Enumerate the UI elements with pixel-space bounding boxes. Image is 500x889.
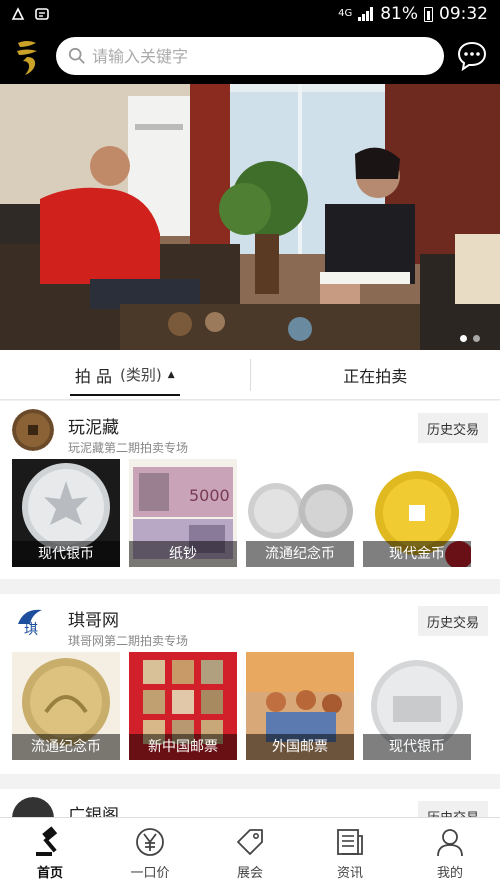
banner-image: [0, 84, 500, 350]
search-input[interactable]: [92, 46, 412, 66]
tab-live-auction[interactable]: 正在拍卖: [251, 350, 500, 399]
gavel-icon: [36, 826, 58, 856]
caret-up-icon: ▲: [167, 369, 175, 380]
signal-icon: [358, 7, 374, 21]
shop-avatar[interactable]: [12, 797, 54, 817]
lot-category-card[interactable]: 5000 纸钞: [129, 459, 237, 567]
search-bar[interactable]: [56, 37, 444, 75]
lot-category-card[interactable]: 现代银币: [12, 459, 120, 567]
tab-lots-label: 拍 品: [74, 366, 112, 386]
lot-category-label: 外国邮票: [246, 734, 354, 760]
nav-fixed-price[interactable]: 一口价: [100, 818, 200, 889]
battery-percent: 81%: [380, 4, 418, 24]
carousel-dot[interactable]: [460, 335, 467, 342]
nav-news-label: 资讯: [336, 866, 363, 881]
auction-session-title: 琪哥网第二期拍卖专场: [68, 634, 189, 648]
active-tab-underline: [70, 394, 180, 396]
nav-profile[interactable]: 我的: [400, 818, 500, 889]
carousel-indicator: [460, 335, 480, 342]
news-icon: [337, 829, 363, 855]
tab-live-auction-label: 正在拍卖: [343, 366, 408, 386]
category-tabs: 拍 品 (类别) ▲ 正在拍卖: [0, 350, 500, 400]
svg-text:5000: 5000: [189, 486, 230, 505]
shop-name[interactable]: 琪哥网: [68, 606, 119, 631]
nav-fixed-price-label: 一口价: [130, 866, 170, 881]
lot-category-card[interactable]: 流通纪念币: [246, 459, 354, 567]
lot-category-label: 新中国邮票: [129, 734, 237, 760]
app-header: [0, 30, 500, 84]
app-logo[interactable]: [14, 39, 40, 77]
nav-home[interactable]: 首页: [0, 818, 100, 889]
history-trades-button[interactable]: 历史交易: [418, 801, 488, 817]
chat-icon[interactable]: [456, 40, 488, 72]
lot-category-label: 现代银币: [12, 541, 120, 567]
tag-icon: [237, 829, 263, 855]
status-bar: 4G 81% 09:32: [0, 0, 500, 30]
nav-home-label: 首页: [36, 866, 63, 881]
bottom-nav: 首页 一口价 展会 资讯 我的: [0, 817, 500, 889]
tab-lots[interactable]: 拍 品 (类别) ▲: [0, 350, 250, 399]
message-icon: [35, 8, 49, 20]
user-icon: [437, 829, 463, 857]
lot-category-card[interactable]: 外国邮票: [246, 652, 354, 760]
nav-news[interactable]: 资讯: [300, 818, 400, 889]
lot-category-label: 流通纪念币: [12, 734, 120, 760]
nav-exhibition[interactable]: 展会: [200, 818, 300, 889]
auction-section[interactable]: 琪 琪哥网 琪哥网第二期拍卖专场 历史交易 流通纪念币 新中国邮票 外国邮票 现…: [0, 594, 500, 774]
history-trades-button[interactable]: 历史交易: [418, 413, 488, 443]
history-trades-button[interactable]: 历史交易: [418, 606, 488, 636]
banner-carousel[interactable]: [0, 84, 500, 350]
tab-lots-sub: (类别): [119, 366, 162, 384]
shop-avatar[interactable]: [12, 409, 54, 451]
lot-category-label: 现代金币: [363, 541, 471, 567]
lot-category-card[interactable]: 流通纪念币: [12, 652, 120, 760]
lot-category-card[interactable]: 新中国邮票: [129, 652, 237, 760]
lot-category-label: 现代银币: [363, 734, 471, 760]
lot-category-label: 流通纪念币: [246, 541, 354, 567]
svg-text:琪: 琪: [24, 622, 38, 638]
network-type: 4G: [338, 8, 353, 19]
carousel-dot[interactable]: [473, 335, 480, 342]
shop-avatar[interactable]: 琪: [12, 602, 54, 644]
auction-session-title: 玩泥藏第二期拍卖专场: [68, 441, 189, 455]
lot-category-card[interactable]: 现代金币: [363, 459, 471, 567]
shop-name[interactable]: 广银阁: [68, 801, 119, 817]
auction-section[interactable]: 广银阁 历史交易: [0, 789, 500, 817]
search-icon: [68, 47, 85, 64]
lot-category-label: 纸钞: [129, 541, 237, 567]
battery-icon: [424, 6, 433, 22]
yen-icon: [136, 828, 164, 856]
shop-name[interactable]: 玩泥藏: [68, 413, 119, 438]
nav-profile-label: 我的: [436, 866, 463, 881]
auction-section[interactable]: 玩泥藏 玩泥藏第二期拍卖专场 历史交易 现代银币 5000 纸钞 流通纪念币 现…: [0, 401, 500, 579]
lot-category-card[interactable]: 现代银币: [363, 652, 471, 760]
notification-icon: [11, 7, 25, 20]
nav-exhibition-label: 展会: [236, 866, 263, 881]
clock: 09:32: [439, 4, 488, 24]
